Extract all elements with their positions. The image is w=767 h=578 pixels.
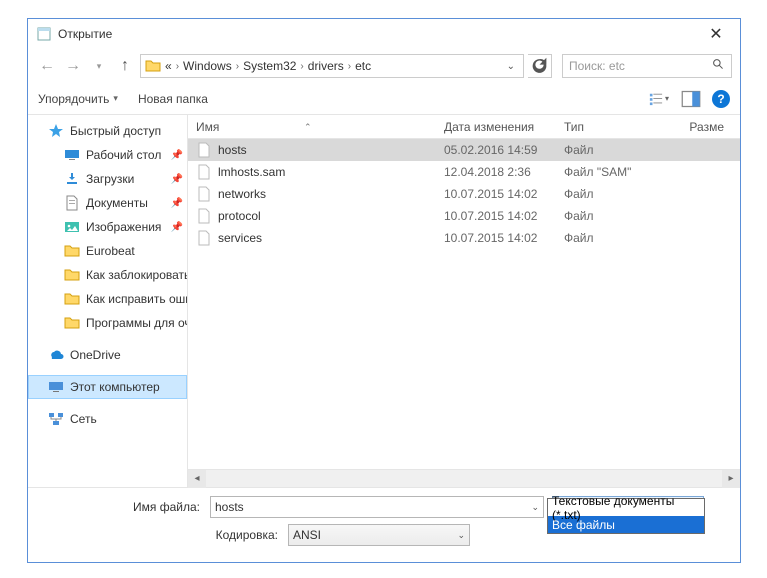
forward-button[interactable]: → [62, 55, 84, 77]
sidebar-downloads[interactable]: Загрузки📌 [28, 167, 187, 191]
address-dropdown[interactable]: ⌄ [503, 61, 519, 72]
body: Быстрый доступ Рабочий стол📌 Загрузки📌 Д… [28, 115, 740, 487]
file-row[interactable]: networks 10.07.2015 14:02 Файл [188, 183, 740, 205]
sidebar-folder-programs[interactable]: Программы для оч [28, 311, 187, 335]
pc-icon [48, 379, 64, 395]
open-file-dialog: Открытие ✕ ← → ▾ ↑ «› Windows› System32›… [27, 18, 741, 563]
file-type-dropdown: Текстовые документы (*.txt) Все файлы [547, 498, 705, 534]
breadcrumb-windows[interactable]: Windows› [183, 59, 243, 73]
scroll-left-icon[interactable]: ◂ [188, 470, 206, 488]
sidebar-this-pc[interactable]: Этот компьютер [28, 375, 187, 399]
organize-button[interactable]: Упорядочить▾ [38, 92, 118, 106]
sort-indicator-icon: ⌃ [304, 122, 312, 133]
folder-icon [64, 315, 80, 331]
sidebar-folder-fix[interactable]: Как исправить оши [28, 287, 187, 311]
sidebar-desktop[interactable]: Рабочий стол📌 [28, 143, 187, 167]
pin-icon: 📌 [171, 198, 183, 209]
sidebar-folder-eurobeat[interactable]: Eurobeat [28, 239, 187, 263]
file-icon [196, 186, 212, 202]
encoding-select[interactable]: ANSI⌄ [288, 524, 470, 546]
nav-row: ← → ▾ ↑ «› Windows› System32› drivers› e… [28, 49, 740, 83]
documents-icon [64, 195, 80, 211]
folder-icon [64, 291, 80, 307]
folder-icon [64, 267, 80, 283]
new-folder-button[interactable]: Новая папка [138, 92, 208, 106]
chevron-down-icon: ⌄ [453, 530, 465, 541]
file-row[interactable]: hosts 05.02.2016 14:59 Файл [188, 139, 740, 161]
column-name[interactable]: Имя ⌃ [196, 120, 444, 134]
chevron-down-icon: ⌄ [527, 502, 539, 513]
pin-icon: 📌 [171, 222, 183, 233]
address-bar[interactable]: «› Windows› System32› drivers› etc ⌄ [140, 54, 524, 78]
file-rows: hosts 05.02.2016 14:59 Файл lmhosts.sam … [188, 139, 740, 249]
downloads-icon [64, 171, 80, 187]
search-icon [712, 58, 725, 74]
sidebar: Быстрый доступ Рабочий стол📌 Загрузки📌 Д… [28, 115, 188, 487]
column-size[interactable]: Разме [664, 120, 724, 134]
pin-icon: 📌 [171, 174, 183, 185]
recent-dropdown[interactable]: ▾ [88, 55, 110, 77]
up-button[interactable]: ↑ [114, 55, 136, 77]
file-icon [196, 230, 212, 246]
search-placeholder: Поиск: etc [569, 59, 625, 73]
pictures-icon [64, 219, 80, 235]
column-date[interactable]: Дата изменения [444, 120, 564, 134]
filename-input[interactable]: hosts⌄ [210, 496, 544, 518]
titlebar: Открытие ✕ [28, 19, 740, 49]
search-input[interactable]: Поиск: etc [562, 54, 732, 78]
sidebar-quick-access[interactable]: Быстрый доступ [28, 119, 187, 143]
onedrive-icon [48, 347, 64, 363]
filename-label: Имя файла: [40, 500, 210, 514]
sidebar-pictures[interactable]: Изображения📌 [28, 215, 187, 239]
folder-icon [145, 58, 161, 74]
sidebar-documents[interactable]: Документы📌 [28, 191, 187, 215]
desktop-icon [64, 147, 80, 163]
pin-icon: 📌 [171, 150, 183, 161]
breadcrumb-etc[interactable]: etc [355, 59, 371, 73]
encoding-label: Кодировка: [40, 528, 288, 542]
dialog-title: Открытие [58, 27, 112, 41]
close-button[interactable]: ✕ [700, 22, 732, 46]
help-button[interactable]: ? [712, 90, 730, 108]
file-row[interactable]: lmhosts.sam 12.04.2018 2:36 Файл "SAM" [188, 161, 740, 183]
app-icon [36, 26, 52, 42]
scroll-right-icon[interactable]: ▸ [722, 470, 740, 488]
breadcrumb-system32[interactable]: System32› [243, 59, 308, 73]
sidebar-network[interactable]: Сеть [28, 407, 187, 431]
sidebar-folder-block[interactable]: Как заблокировать [28, 263, 187, 287]
file-row[interactable]: services 10.07.2015 14:02 Файл [188, 227, 740, 249]
preview-pane-button[interactable] [680, 88, 702, 110]
horizontal-scrollbar[interactable]: ◂ ▸ [188, 469, 740, 487]
file-icon [196, 164, 212, 180]
file-icon [196, 208, 212, 224]
column-type[interactable]: Тип [564, 120, 664, 134]
file-list-area: Имя ⌃ Дата изменения Тип Разме hosts 05.… [188, 115, 740, 487]
refresh-button[interactable] [528, 54, 552, 78]
star-icon [48, 123, 64, 139]
column-headers: Имя ⌃ Дата изменения Тип Разме [188, 115, 740, 139]
sidebar-onedrive[interactable]: OneDrive [28, 343, 187, 367]
back-button[interactable]: ← [36, 55, 58, 77]
view-mode-button[interactable]: ▾ [648, 88, 670, 110]
file-icon [196, 142, 212, 158]
network-icon [48, 411, 64, 427]
breadcrumb-root[interactable]: «› [165, 59, 183, 73]
folder-icon [64, 243, 80, 259]
file-row[interactable]: protocol 10.07.2015 14:02 Файл [188, 205, 740, 227]
filter-option-txt[interactable]: Текстовые документы (*.txt) [548, 499, 704, 516]
breadcrumb-drivers[interactable]: drivers› [308, 59, 355, 73]
toolbar: Упорядочить▾ Новая папка ▾ ? [28, 83, 740, 115]
